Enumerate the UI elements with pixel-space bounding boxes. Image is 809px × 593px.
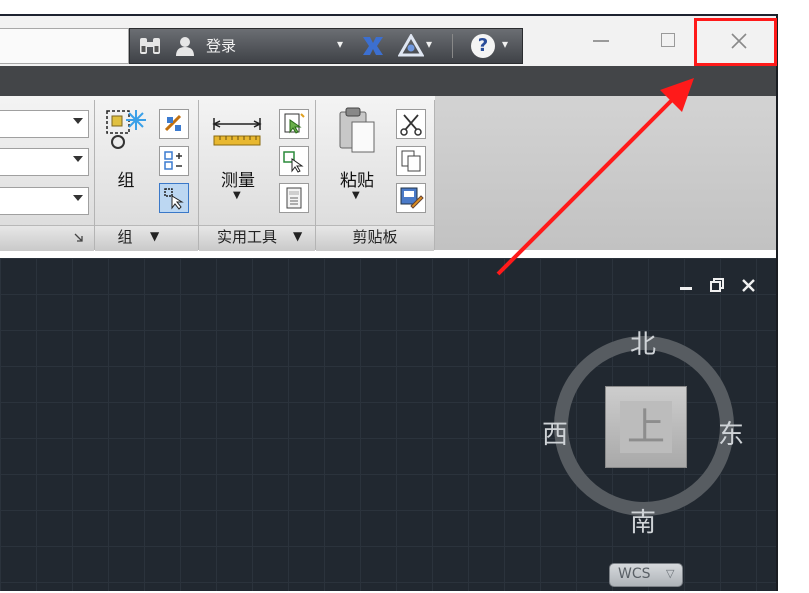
maximize-icon — [661, 33, 675, 47]
dropdown-arrow-icon: ▼ — [233, 190, 241, 201]
panel-expand-icon[interactable]: ▼ — [293, 229, 302, 243]
compass-west-label[interactable]: 西 — [542, 414, 568, 451]
measure-button-label: 测量 — [221, 171, 255, 191]
chevron-down-icon — [73, 195, 83, 201]
property-combo-3[interactable] — [0, 187, 89, 215]
group-button-label: 组 — [117, 171, 135, 191]
group-selection-toggle[interactable] — [159, 183, 189, 213]
dropdown-arrow-icon[interactable]: ▾ — [502, 27, 508, 61]
quick-select-button[interactable] — [279, 109, 309, 139]
property-combo-2[interactable] — [0, 148, 89, 176]
match-properties-button[interactable] — [396, 183, 426, 213]
cut-button[interactable] — [396, 109, 426, 139]
ungroup-button[interactable] — [159, 109, 189, 139]
binoculars-icon[interactable] — [138, 36, 162, 56]
dropdown-arrow-icon: ▼ — [352, 190, 360, 201]
measure-button[interactable]: 测量 ▼ — [205, 104, 271, 208]
viewport-minimize-icon[interactable] — [680, 287, 692, 290]
viewport-restore-icon[interactable] — [710, 278, 724, 292]
wcs-menu-button[interactable]: WCS ▽ — [609, 563, 683, 587]
point-style-button[interactable] — [279, 146, 309, 176]
search-input[interactable] — [0, 28, 129, 64]
paste-button-label: 粘贴 — [340, 171, 374, 191]
chevron-down-icon: ▽ — [666, 567, 675, 580]
minimize-button[interactable] — [565, 20, 635, 62]
measure-icon — [212, 118, 262, 146]
group-icon — [106, 110, 146, 149]
copy-button[interactable] — [396, 146, 426, 176]
clipboard-panel-title[interactable]: 剪贴板 — [316, 225, 434, 250]
viewcube-top-label: 上 — [620, 401, 672, 453]
minimize-icon — [593, 40, 609, 42]
exchange-icon[interactable] — [360, 35, 386, 57]
group-button[interactable]: 组 — [98, 104, 154, 194]
panel-separator — [434, 100, 435, 250]
maximize-button[interactable] — [633, 20, 703, 62]
group-edit-button[interactable] — [159, 146, 189, 176]
infocenter-toolbar: 登录 ▾ ▾ ? ▾ — [129, 28, 523, 64]
close-button-highlight — [694, 18, 777, 66]
dropdown-arrow-icon[interactable]: ▾ — [426, 27, 432, 61]
calculator-button[interactable] — [279, 183, 309, 213]
selection-icon — [164, 188, 184, 210]
property-combo-1[interactable] — [0, 110, 89, 138]
compass-north-label[interactable]: 北 — [630, 324, 656, 361]
dialog-launcher-icon[interactable] — [74, 233, 84, 243]
help-icon[interactable]: ? — [471, 34, 495, 58]
a360-icon[interactable] — [398, 34, 424, 58]
compass-east-label[interactable]: 东 — [718, 414, 744, 451]
match-properties-icon — [400, 187, 424, 209]
separator — [452, 34, 453, 58]
viewcube-top-face[interactable]: 上 — [606, 387, 686, 467]
quick-select-icon — [284, 113, 305, 134]
ungroup-icon — [164, 114, 182, 132]
user-icon[interactable] — [174, 35, 196, 57]
wcs-label: WCS — [618, 566, 651, 582]
annotation-arrow — [496, 78, 694, 276]
chevron-down-icon — [73, 118, 83, 124]
utilities-panel-title[interactable]: 实用工具 — [203, 225, 291, 250]
chevron-down-icon — [73, 156, 83, 162]
paste-icon — [339, 107, 375, 153]
compass-south-label[interactable]: 南 — [630, 502, 656, 539]
screen-margin — [778, 14, 809, 591]
scissors-icon — [400, 114, 422, 136]
login-label[interactable]: 登录 — [206, 29, 236, 63]
panel-expand-icon[interactable]: ▼ — [150, 229, 159, 243]
group-edit-icon — [164, 151, 182, 170]
paste-button[interactable]: 粘贴 ▼ — [328, 104, 386, 208]
point-select-icon — [283, 151, 304, 173]
dropdown-arrow-icon[interactable]: ▾ — [337, 27, 343, 61]
viewport-close-icon[interactable] — [742, 279, 755, 292]
copy-icon — [401, 150, 421, 172]
calculator-icon — [286, 187, 302, 209]
window-border — [776, 14, 778, 591]
group-panel-title[interactable]: 组 — [95, 225, 155, 250]
